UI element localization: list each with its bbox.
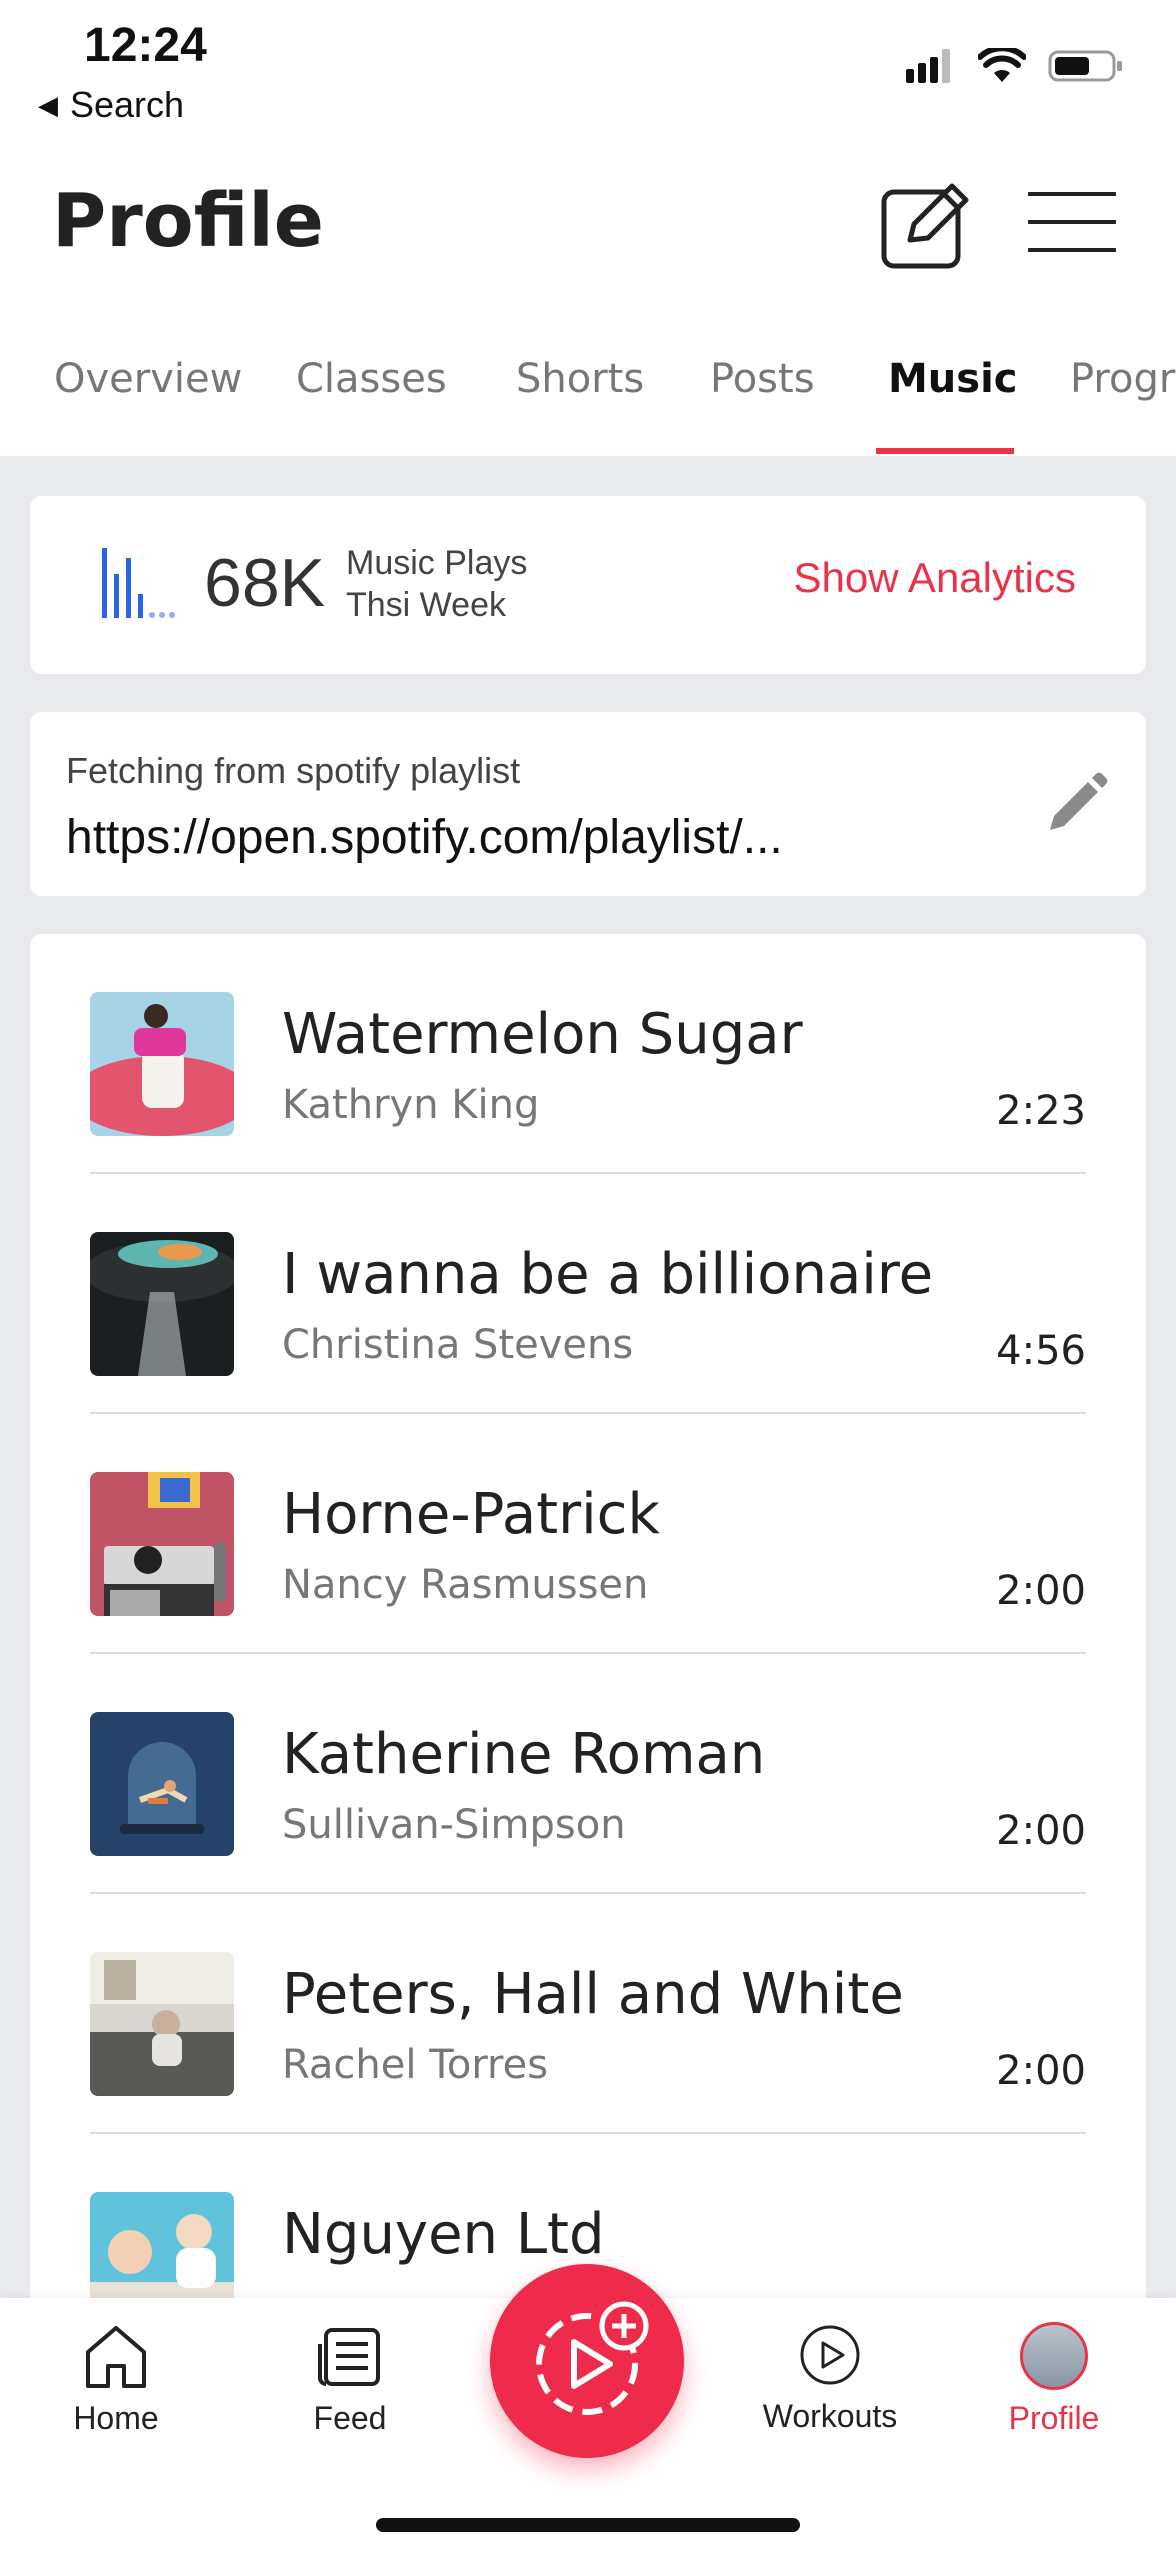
track-artist: Sullivan-Simpson <box>282 1802 626 1848</box>
track-cover <box>90 992 234 1136</box>
track-duration: 2:00 <box>996 1568 1086 1614</box>
nav-home-label: Home <box>73 2400 159 2436</box>
profile-tabs: Overview Classes Shorts Posts Music Prog… <box>0 300 1176 456</box>
nav-profile-label: Profile <box>1008 2400 1100 2436</box>
track-title: Peters, Hall and White <box>282 1962 904 2027</box>
bar-chart-icon <box>102 548 175 618</box>
page-title: Profile <box>52 178 324 264</box>
menu-icon[interactable] <box>1028 188 1116 256</box>
tab-music[interactable]: Music <box>888 356 1018 402</box>
track-row[interactable]: Horne-Patrick Nancy Rasmussen 2:00 <box>90 1414 1086 1654</box>
track-duration: 2:23 <box>996 1088 1086 1134</box>
music-analytics-card: 68K Music Plays Thsi Week Show Analytics <box>30 496 1146 674</box>
status-bar: 12:24 ◀ Search <box>0 0 1176 140</box>
track-row[interactable]: Peters, Hall and White Rachel Torres 2:0… <box>90 1894 1086 2134</box>
track-artist: Christina Stevens <box>282 1322 634 1368</box>
track-duration: 2:00 <box>996 1808 1086 1854</box>
track-cover <box>90 1232 234 1376</box>
show-analytics-link[interactable]: Show Analytics <box>794 554 1076 602</box>
tab-classes[interactable]: Classes <box>296 356 447 402</box>
feed-icon <box>318 2328 380 2386</box>
wifi-icon <box>978 48 1026 82</box>
track-artist: Kathryn King <box>282 1082 540 1128</box>
plays-label-line2: Thsi Week <box>346 586 506 624</box>
tab-overview[interactable]: Overview <box>54 356 242 402</box>
tab-shorts[interactable]: Shorts <box>516 356 644 402</box>
back-label: Search <box>70 84 185 125</box>
track-title: Watermelon Sugar <box>282 1002 803 1067</box>
nav-workouts[interactable]: Workouts <box>740 2322 920 2435</box>
spotify-url: https://open.spotify.com/playlist/... <box>66 811 783 864</box>
tab-programs[interactable]: Progr <box>1070 356 1175 402</box>
battery-icon <box>1048 50 1122 82</box>
track-row[interactable]: I wanna be a billionaire Christina Steve… <box>90 1174 1086 1414</box>
track-duration: 2:00 <box>996 2048 1086 2094</box>
active-tab-indicator <box>876 448 1014 454</box>
track-title: I wanna be a billionaire <box>282 1242 934 1307</box>
profile-header: Profile <box>0 140 1176 300</box>
track-artist: Nancy Rasmussen <box>282 1562 649 1608</box>
back-to-search[interactable]: ◀ Search <box>38 84 184 126</box>
track-row[interactable]: Katherine Roman Sullivan-Simpson 2:00 <box>90 1654 1086 1894</box>
create-button[interactable] <box>490 2264 684 2458</box>
status-time: 12:24 <box>84 19 207 72</box>
track-cover <box>90 1952 234 2096</box>
track-cover <box>90 1712 234 1856</box>
home-icon <box>86 2326 146 2388</box>
plays-label-line1: Music Plays <box>346 544 528 582</box>
track-title: Nguyen Ltd <box>282 2202 605 2267</box>
track-artist: Rachel Torres <box>282 2042 549 2088</box>
music-plays-label: Music Plays Thsi Week <box>346 542 527 626</box>
track-duration: 4:56 <box>996 1328 1086 1374</box>
status-icons <box>906 48 1124 84</box>
track-row[interactable]: Watermelon Sugar Kathryn King 2:23 <box>90 934 1086 1174</box>
home-indicator <box>376 2518 800 2532</box>
nav-workouts-label: Workouts <box>762 2398 898 2434</box>
nav-home[interactable]: Home <box>26 2322 206 2437</box>
music-plays-count: 68K <box>204 545 325 621</box>
tab-posts[interactable]: Posts <box>710 356 815 402</box>
track-list: Watermelon Sugar Kathryn King 2:23 I wan… <box>30 934 1146 2334</box>
track-title: Horne-Patrick <box>282 1482 660 1547</box>
track-title: Katherine Roman <box>282 1722 766 1787</box>
spotify-playlist-card: Fetching from spotify playlist https://o… <box>30 712 1146 896</box>
pencil-icon[interactable] <box>1042 772 1108 838</box>
edit-icon[interactable] <box>880 178 972 270</box>
play-circle-icon <box>800 2325 860 2385</box>
nav-profile[interactable]: Profile <box>964 2322 1144 2437</box>
signal-icon <box>906 49 950 83</box>
spotify-caption: Fetching from spotify playlist <box>66 750 521 791</box>
create-video-icon <box>536 2301 649 2415</box>
nav-feed[interactable]: Feed <box>260 2322 440 2437</box>
back-arrow-icon: ◀ <box>38 89 58 120</box>
track-cover <box>90 1472 234 1616</box>
avatar <box>1020 2322 1088 2390</box>
nav-feed-label: Feed <box>313 2400 387 2436</box>
